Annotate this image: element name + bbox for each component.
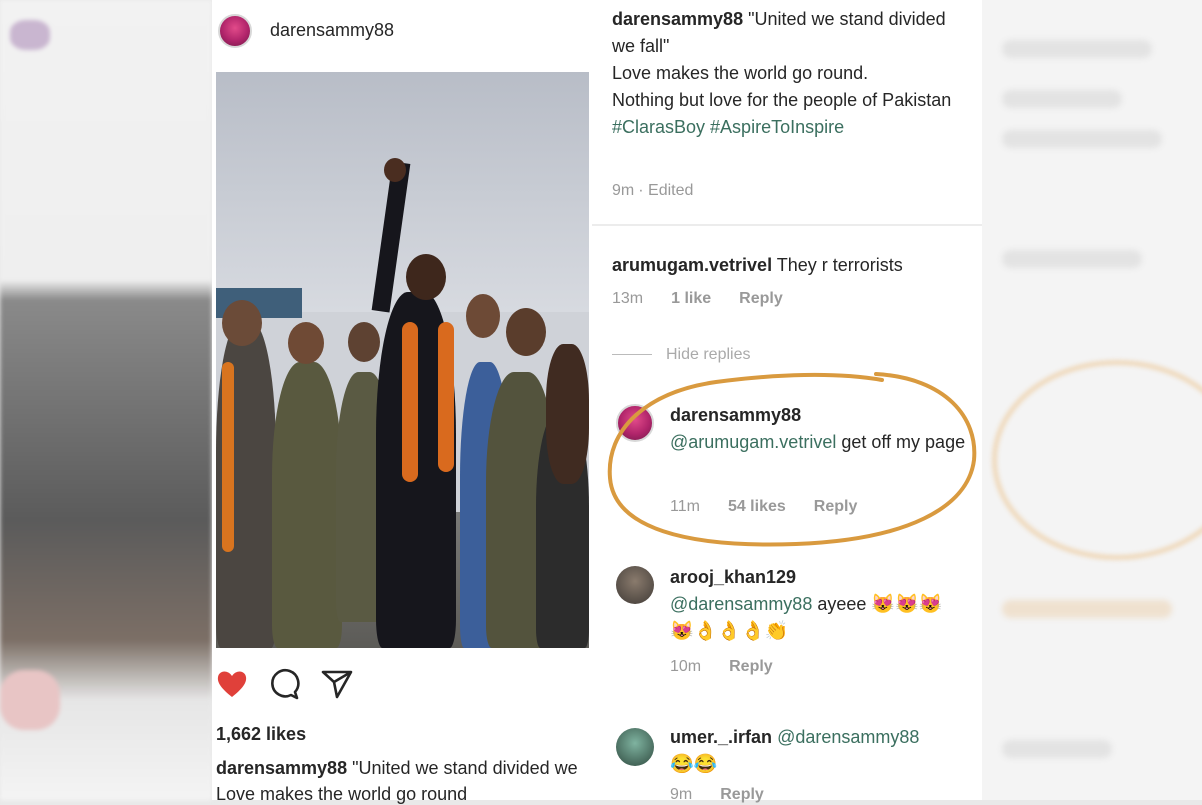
instagram-post: darensammy88 1,662 likes darensammy88 "U… <box>212 0 592 804</box>
blurred-background-right <box>982 0 1202 800</box>
comment-time: 10m <box>670 658 702 675</box>
comment-emojis: 😻😻😻 <box>871 594 943 615</box>
hide-replies-link[interactable]: Hide replies <box>612 346 750 364</box>
reply-button[interactable]: Reply <box>739 290 783 307</box>
comment-mention[interactable]: @darensammy88 <box>670 594 812 614</box>
caption-hashtags[interactable]: #ClarasBoy #AspireToInspire <box>612 117 844 137</box>
like-count[interactable]: 1,662 likes <box>216 724 306 745</box>
post-header: darensammy88 <box>212 0 592 64</box>
blurred-background-left <box>0 0 212 800</box>
comment-icon[interactable] <box>268 668 300 700</box>
post-caption-line2: Love makes the world go round <box>216 784 468 804</box>
comment-meta: 9m Reply <box>670 786 792 804</box>
comment-item: arooj_khan129 @darensammy88 ayeee 😻😻😻 😻👌… <box>670 564 970 645</box>
post-actions <box>212 660 592 710</box>
caption-username[interactable]: darensammy88 <box>216 758 347 778</box>
comment-item: umer._.irfan @darensammy88 😂😂 <box>670 724 970 778</box>
comment-username[interactable]: arooj_khan129 <box>670 567 796 587</box>
comment-time: 9m <box>670 786 693 803</box>
heart-icon[interactable] <box>216 668 248 700</box>
comment-emojis: 😻👌👌👌👏 <box>670 621 789 642</box>
comment-username[interactable]: umer._.irfan <box>670 727 772 747</box>
post-username[interactable]: darensammy88 <box>270 20 394 41</box>
comment-username[interactable]: arumugam.vetrivel <box>612 255 772 275</box>
caption-meta: 9m · Edited <box>612 182 694 199</box>
comment-likes[interactable]: 1 like <box>671 290 711 307</box>
comment-time: 13m <box>612 290 644 307</box>
divider <box>592 224 982 226</box>
caption-time: 9m <box>612 182 635 199</box>
caption-panel-text2: Love makes the world go round. <box>612 63 869 83</box>
share-icon[interactable] <box>320 666 354 700</box>
avatar[interactable] <box>218 14 252 48</box>
comment-text: ayeee <box>817 594 867 614</box>
comment-mention[interactable]: @darensammy88 <box>777 727 919 747</box>
caption-panel-username[interactable]: darensammy88 <box>612 9 743 29</box>
comment-emojis: 😂😂 <box>670 754 718 775</box>
caption-block: darensammy88 "United we stand divided we… <box>612 6 972 141</box>
reply-button[interactable]: Reply <box>729 658 773 675</box>
comment-avatar[interactable] <box>616 728 654 766</box>
post-photo[interactable] <box>216 72 589 648</box>
post-caption: darensammy88 "United we stand divided we <box>216 758 578 779</box>
comment-meta: 10m Reply <box>670 658 801 676</box>
caption-text: "United we stand divided we <box>352 758 578 778</box>
reply-button[interactable]: Reply <box>720 786 764 803</box>
comment-avatar[interactable] <box>616 566 654 604</box>
comment-text: They r terrorists <box>776 255 903 275</box>
caption-edited: Edited <box>648 182 694 199</box>
highlight-ellipse <box>607 372 977 547</box>
caption-panel-text3: Nothing but love for the people of Pakis… <box>612 90 952 110</box>
comment-meta: 13m 1 like Reply <box>612 290 811 308</box>
hide-replies-label: Hide replies <box>666 346 751 363</box>
comment-item: arumugam.vetrivel They r terrorists <box>612 252 972 279</box>
